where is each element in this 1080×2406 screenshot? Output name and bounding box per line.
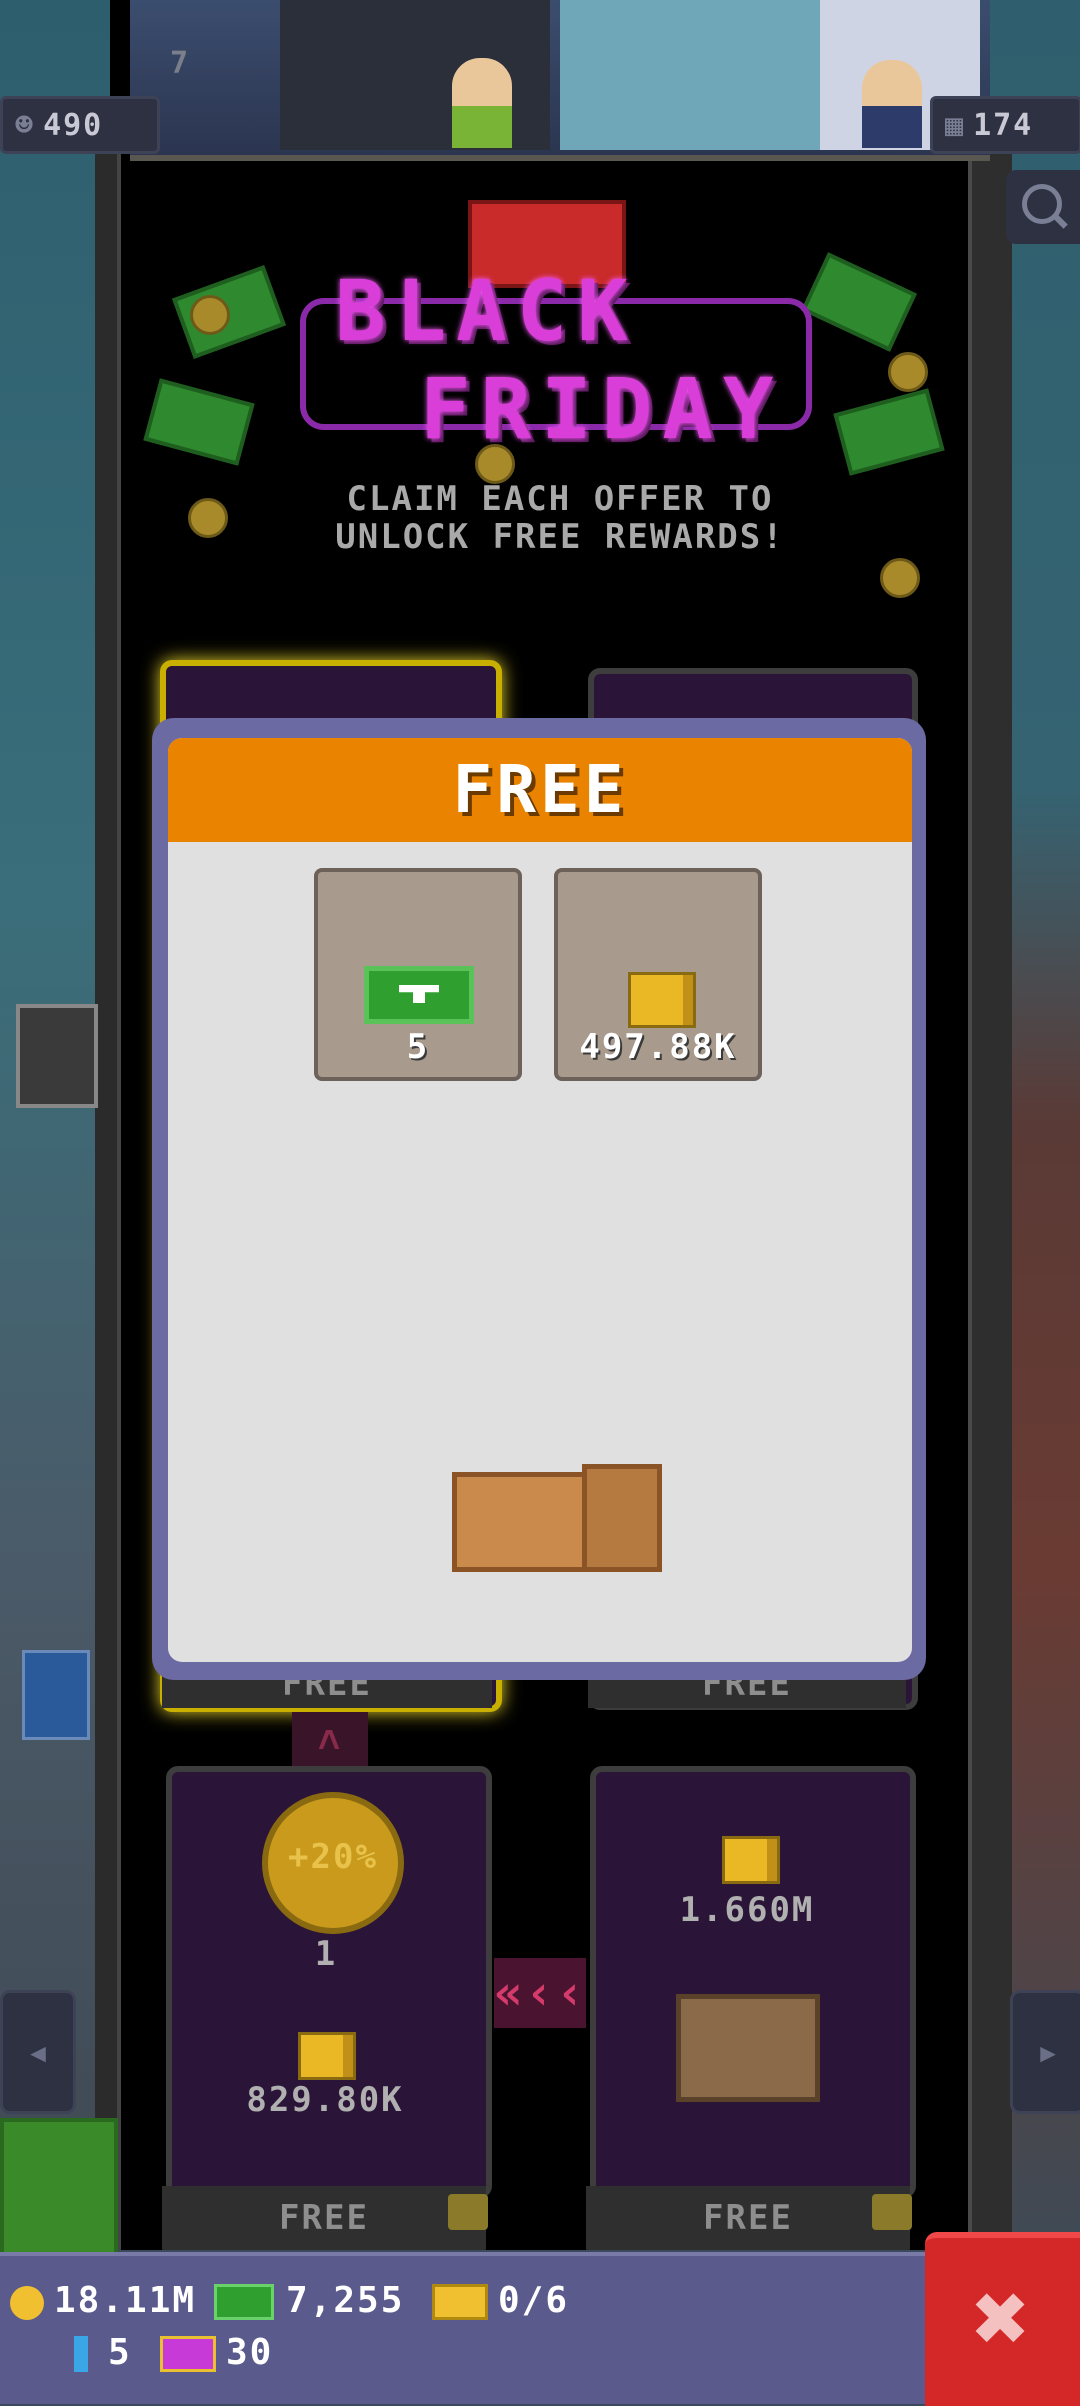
floors-counter: ▦ 174 [930,96,1080,154]
elevator-left-button[interactable]: ◂ [0,1990,76,2114]
gold-coins-icon [722,1836,780,1884]
vip-value: 30 [226,2332,274,2373]
event-title-line2: FRIDAY [420,360,784,458]
building-icon: ▦ [945,107,966,143]
fries-sign-icon [16,1004,98,1108]
key-icon [74,2336,88,2372]
wooden-crate-icon[interactable] [452,1464,662,1576]
chevron-left-arrows-icon: «‹‹ [494,1958,586,2028]
boost-count: 1 [314,1934,338,1974]
event-subtitle-line2: UNLOCK FREE REWARDS! [335,517,785,557]
coin-icon [188,498,228,538]
reward-modal: FREE 5 497.88K [168,738,912,1662]
coins-shortcut-button[interactable] [0,2118,118,2258]
modal-title: FREE [168,738,912,842]
up-arrow-icon: ˄ [292,1712,368,1768]
event-title-line1: BLACK [335,262,638,360]
mystery-crate-icon [676,1994,820,2102]
reward-value-coins: 497.88K [579,1027,737,1067]
gold-coins-icon [628,972,696,1028]
offer-coins-left: 829.80K [246,2080,404,2120]
vip-ticket-icon [160,2336,216,2372]
ticket-icon [432,2284,488,2320]
person-icon: ☻ [15,107,36,143]
search-button[interactable] [1006,170,1080,244]
tower-frame-left [95,150,121,2250]
lock-icon [872,2194,912,2230]
bitizen-character-vip[interactable] [862,60,922,148]
close-icon: ✖ [972,2262,1033,2374]
tickets-value: 0/6 [498,2280,570,2321]
tower-bux-icon [214,2284,274,2320]
tower-frame-right [968,150,1012,2250]
tower-bux-icon [364,966,474,1024]
reward-value-bux: 5 [406,1027,430,1067]
floor-number: 7 [170,46,191,81]
close-button[interactable]: ✖ [925,2232,1080,2406]
coins-value: 18.11M [54,2280,197,2321]
resource-bar: 18.11M 7,255 0/6 5 30 [0,2252,925,2404]
coin-icon [888,352,928,392]
coin-icon [190,295,230,335]
gold-coins-icon [298,2032,356,2080]
offer-free-button-bottom-left[interactable]: FREE [162,2186,486,2250]
offer-card-bottom-right[interactable] [590,1766,916,2198]
city-background-left [0,0,110,2250]
bux-value: 7,255 [286,2280,405,2321]
keys-value: 5 [108,2332,132,2373]
floor-room-store[interactable] [560,0,830,150]
event-subtitle-line1: CLAIM EACH OFFER TO [346,479,774,519]
coin-icon [10,2286,44,2320]
lock-icon [448,2194,488,2230]
coin-icon [880,558,920,598]
offer-coins-right: 1.660M [679,1890,815,1930]
population-value: 490 [43,107,104,143]
bitizen-character[interactable] [452,58,512,148]
floors-value: 174 [973,107,1034,143]
reward-slot-coins[interactable]: 497.88K [554,868,762,1081]
offer-free-button-bottom-right[interactable]: FREE [586,2186,910,2250]
home-right-button[interactable]: ▸ [1010,1990,1080,2114]
event-subtitle: CLAIM EACH OFFER TO UNLOCK FREE REWARDS! [290,480,830,556]
coin-boost-icon: +20% [262,1792,404,1934]
reward-slot-bux[interactable]: 5 [314,868,522,1081]
population-counter: ☻ 490 [0,96,160,154]
blue-sign-icon [22,1650,90,1740]
